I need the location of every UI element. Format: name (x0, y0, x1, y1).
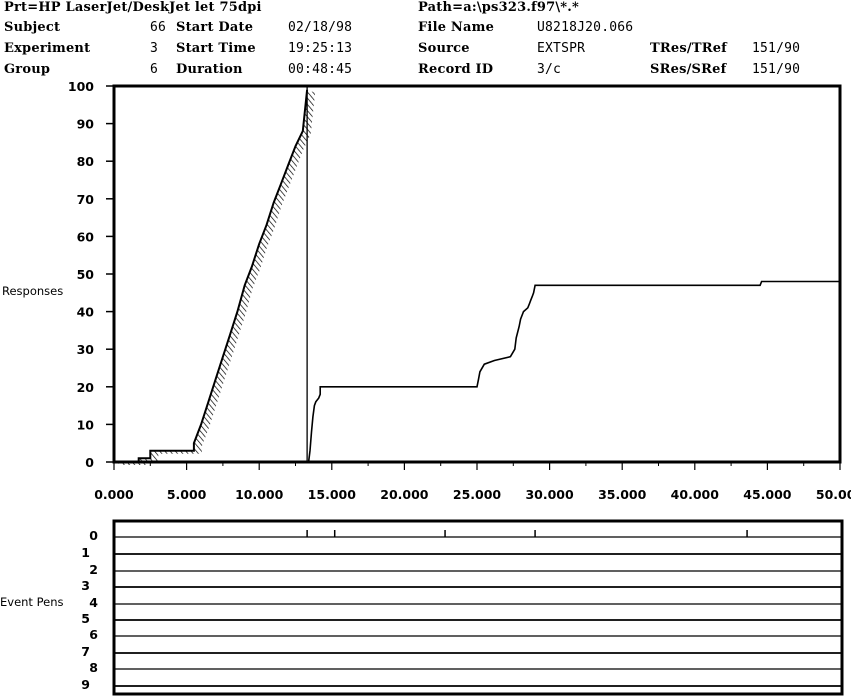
y-axis-title: Responses (2, 284, 63, 298)
event-pen-label: 2 (89, 562, 98, 577)
y-tick-label: 20 (77, 380, 95, 395)
event-pen-label: 9 (81, 677, 90, 692)
event-pen-label: 6 (89, 627, 98, 642)
event-pen-label: 4 (89, 595, 98, 610)
x-tick-label: 20.000 (380, 487, 429, 502)
event-pens-axis-title: Event Pens (0, 595, 63, 609)
x-tick-label: 10.000 (235, 487, 284, 502)
y-tick-label: 40 (77, 305, 95, 320)
event-pens-plot: 0 1 23 456 78 9 Event Pens (0, 519, 844, 696)
y-tick-label: 0 (85, 455, 94, 470)
event-pen-label: 3 (81, 578, 90, 593)
x-tick-label: 15.000 (308, 487, 357, 502)
y-tick-label: 10 (77, 417, 95, 432)
event-pen-label: 5 (81, 611, 90, 626)
event-pen-label: 7 (81, 644, 90, 659)
y-tick-label: 70 (77, 192, 95, 207)
x-tick-label: 45.000 (743, 487, 792, 502)
x-tick-label: 5.000 (167, 487, 207, 502)
x-tick-label: 30.000 (525, 487, 574, 502)
x-tick-label: 0.000 (94, 487, 134, 502)
y-tick-label: 60 (77, 229, 95, 244)
hatch-band (114, 89, 316, 465)
x-tick-label: 35.000 (598, 487, 647, 502)
event-pen-label: 0 (89, 528, 98, 543)
x-tick-label: 25.000 (453, 487, 502, 502)
event-pen-label: 8 (89, 660, 98, 675)
series-line-2 (307, 280, 840, 463)
event-pens-frame (112, 519, 844, 696)
y-tick-label: 30 (77, 342, 95, 357)
event-pen-label: 1 (81, 545, 90, 560)
responses-plot: 0 10 20 30 40 50 60 70 80 90 100 Responses 0.000 5.00… (2, 79, 851, 502)
x-tick-label: 40.000 (671, 487, 720, 502)
x-tick-label: 50.000 (816, 487, 851, 502)
cumulative-record-chart: 0102030405060708090100Responses0.000 5.00… (0, 79, 851, 696)
y-tick-label: 50 (77, 267, 95, 282)
plot-frame (112, 84, 842, 464)
y-tick-label: 100 (68, 79, 94, 94)
y-tick-label: 90 (77, 117, 95, 132)
y-tick-label: 80 (77, 154, 95, 169)
